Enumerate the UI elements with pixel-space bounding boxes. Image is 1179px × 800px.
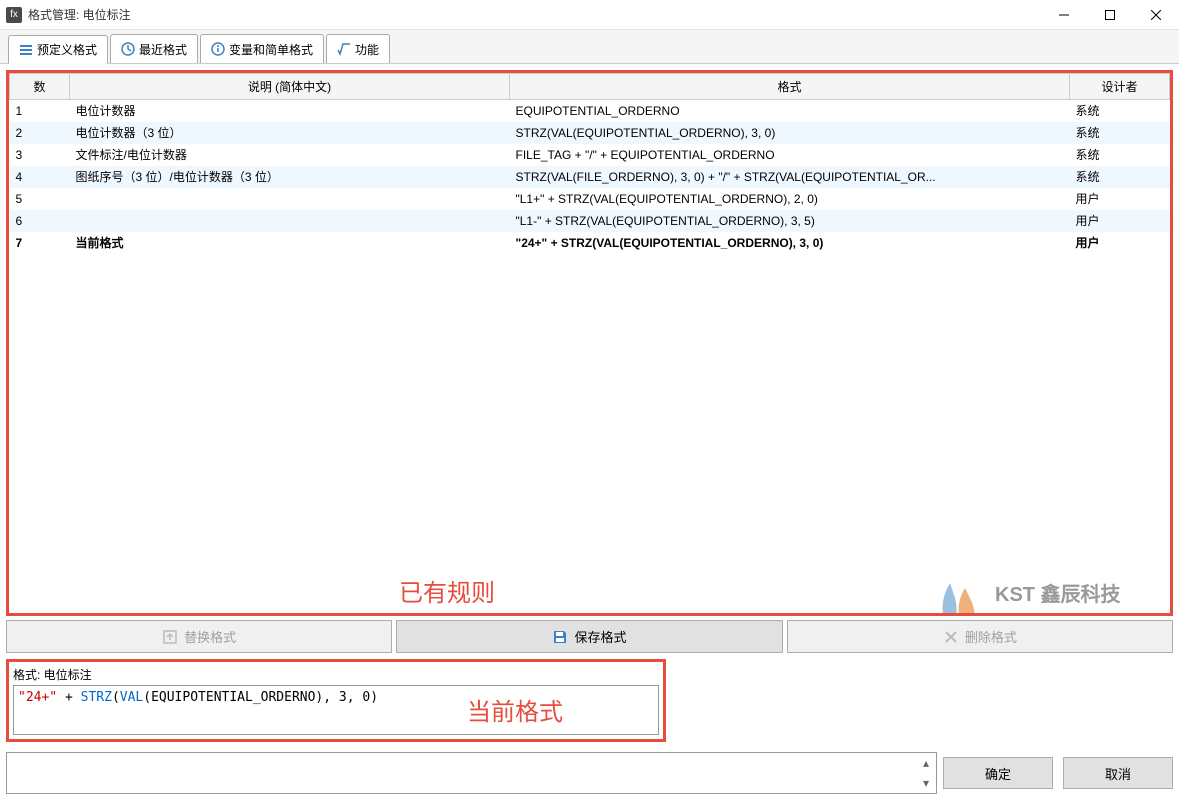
tab-functions[interactable]: 功能	[326, 34, 390, 63]
col-header-number[interactable]: 数	[10, 74, 70, 100]
cell-designer: 用户	[1070, 210, 1170, 232]
maximize-button[interactable]	[1087, 0, 1133, 30]
replace-icon	[162, 629, 178, 645]
format-label: 格式: 电位标注	[13, 666, 659, 683]
list-icon	[19, 43, 33, 57]
cell-designer: 系统	[1070, 166, 1170, 188]
table-row[interactable]: 2电位计数器（3 位）STRZ(VAL(EQUIPOTENTIAL_ORDERN…	[10, 122, 1170, 144]
cell-designer: 用户	[1070, 232, 1170, 254]
tabs-bar: 预定义格式 最近格式 变量和简单格式 功能	[0, 30, 1179, 64]
cell-desc: 文件标注/电位计数器	[70, 144, 510, 166]
cell-format: "24+" + STRZ(VAL(EQUIPOTENTIAL_ORDERNO),…	[510, 232, 1070, 254]
format-editor-section: 格式: 电位标注 "24+" + STRZ(VAL(EQUIPOTENTIAL_…	[6, 659, 666, 742]
table-row[interactable]: 4图纸序号（3 位）/电位计数器（3 位）STRZ(VAL(FILE_ORDER…	[10, 166, 1170, 188]
cell-desc: 图纸序号（3 位）/电位计数器（3 位）	[70, 166, 510, 188]
cell-format: STRZ(VAL(FILE_ORDERNO), 3, 0) + "/" + ST…	[510, 166, 1070, 188]
watermark-logo: KST 鑫辰科技 KINGSTAR	[930, 563, 1140, 616]
window-title: 格式管理: 电位标注	[28, 6, 131, 23]
cell-format: "L1-" + STRZ(VAL(EQUIPOTENTIAL_ORDERNO),…	[510, 210, 1070, 232]
cell-num: 4	[10, 166, 70, 188]
scroll-up-icon[interactable]: ▴	[918, 755, 934, 771]
cell-num: 5	[10, 188, 70, 210]
cell-format: STRZ(VAL(EQUIPOTENTIAL_ORDERNO), 3, 0)	[510, 122, 1070, 144]
cancel-button[interactable]: 取消	[1063, 757, 1173, 789]
cell-num: 3	[10, 144, 70, 166]
replace-format-button: 替换格式	[6, 620, 392, 653]
col-header-designer[interactable]: 设计者	[1070, 74, 1170, 100]
sqrt-icon	[337, 42, 351, 56]
cell-num: 2	[10, 122, 70, 144]
tab-label: 变量和简单格式	[229, 41, 313, 58]
rules-table: 数 说明 (简体中文) 格式 设计者 1电位计数器EQUIPOTENTIAL_O…	[9, 73, 1170, 254]
cell-format: EQUIPOTENTIAL_ORDERNO	[510, 100, 1070, 122]
tab-variables[interactable]: 变量和简单格式	[200, 34, 324, 63]
clock-icon	[121, 42, 135, 56]
cell-designer: 用户	[1070, 188, 1170, 210]
delete-format-button: 删除格式	[787, 620, 1173, 653]
rules-table-container: 数 说明 (简体中文) 格式 设计者 1电位计数器EQUIPOTENTIAL_O…	[6, 70, 1173, 616]
cell-format: FILE_TAG + "/" + EQUIPOTENTIAL_ORDERNO	[510, 144, 1070, 166]
button-label: 保存格式	[574, 627, 626, 646]
tab-label: 最近格式	[139, 41, 187, 58]
tab-predefined[interactable]: 预定义格式	[8, 35, 108, 64]
table-row[interactable]: 1电位计数器EQUIPOTENTIAL_ORDERNO系统	[10, 100, 1170, 122]
format-input[interactable]: "24+" + STRZ(VAL(EQUIPOTENTIAL_ORDERNO),…	[13, 685, 659, 735]
save-format-button[interactable]: 保存格式	[396, 620, 782, 653]
cell-desc: 当前格式	[70, 232, 510, 254]
scroll-down-icon[interactable]: ▾	[918, 775, 934, 791]
tab-label: 预定义格式	[37, 41, 97, 58]
info-icon	[211, 42, 225, 56]
cell-desc	[70, 210, 510, 232]
table-row[interactable]: 3文件标注/电位计数器FILE_TAG + "/" + EQUIPOTENTIA…	[10, 144, 1170, 166]
cell-num: 1	[10, 100, 70, 122]
minimize-button[interactable]	[1041, 0, 1087, 30]
table-row[interactable]: 5 "L1+" + STRZ(VAL(EQUIPOTENTIAL_ORDERNO)…	[10, 188, 1170, 210]
ok-button[interactable]: 确定	[943, 757, 1053, 789]
close-button[interactable]	[1133, 0, 1179, 30]
cell-desc: 电位计数器（3 位）	[70, 122, 510, 144]
table-row[interactable]: 6 "L1-" + STRZ(VAL(EQUIPOTENTIAL_ORDERNO)…	[10, 210, 1170, 232]
col-header-description[interactable]: 说明 (简体中文)	[70, 74, 510, 100]
table-row[interactable]: 7当前格式"24+" + STRZ(VAL(EQUIPOTENTIAL_ORDE…	[10, 232, 1170, 254]
app-icon: fx	[6, 7, 22, 23]
delete-icon	[943, 629, 959, 645]
cell-designer: 系统	[1070, 100, 1170, 122]
cell-format: "L1+" + STRZ(VAL(EQUIPOTENTIAL_ORDERNO),…	[510, 188, 1070, 210]
cell-desc: 电位计数器	[70, 100, 510, 122]
cell-num: 6	[10, 210, 70, 232]
save-icon	[552, 629, 568, 645]
titlebar: fx 格式管理: 电位标注	[0, 0, 1179, 30]
output-textarea[interactable]: ▴ ▾	[6, 752, 937, 794]
tab-recent[interactable]: 最近格式	[110, 34, 198, 63]
cell-designer: 系统	[1070, 122, 1170, 144]
svg-text:KINGSTAR: KINGSTAR	[1025, 612, 1132, 616]
cell-designer: 系统	[1070, 144, 1170, 166]
button-label: 删除格式	[965, 627, 1017, 646]
svg-text:KST 鑫辰科技: KST 鑫辰科技	[995, 582, 1122, 606]
cell-num: 7	[10, 232, 70, 254]
tab-label: 功能	[355, 41, 379, 58]
col-header-format[interactable]: 格式	[510, 74, 1070, 100]
annotation-existing-rules: 已有规则	[399, 573, 495, 608]
button-label: 替换格式	[184, 627, 236, 646]
cell-desc	[70, 188, 510, 210]
